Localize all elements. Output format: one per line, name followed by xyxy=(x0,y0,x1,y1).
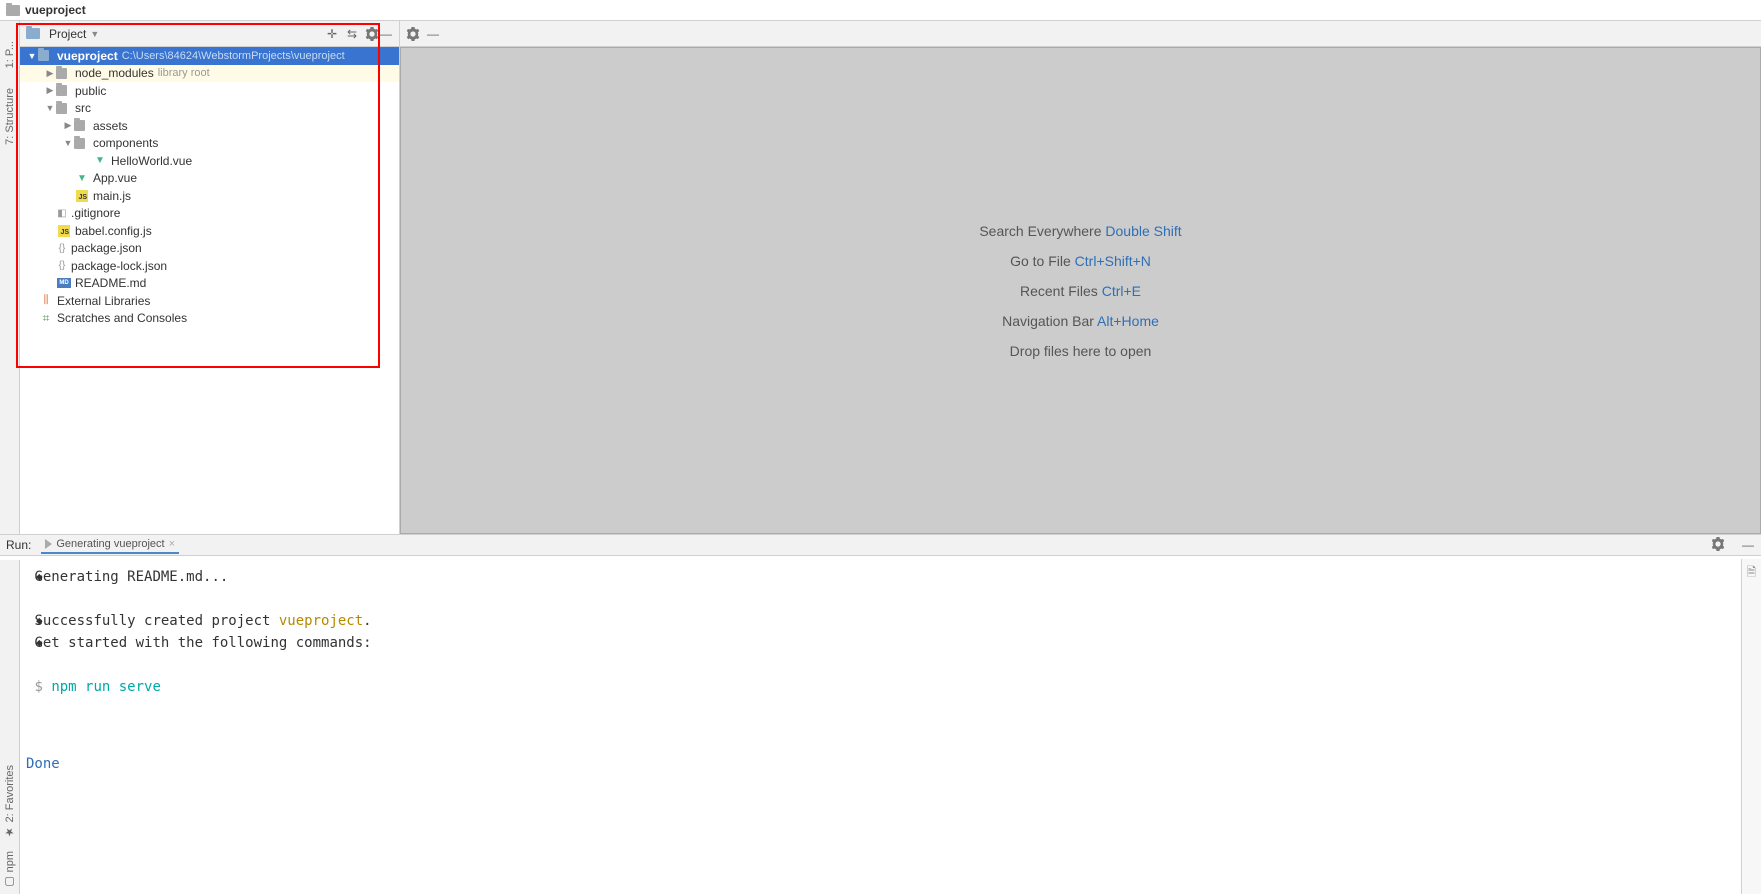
folder-icon xyxy=(56,85,67,96)
folder-icon xyxy=(38,50,49,61)
tree-babel[interactable]: JS babel.config.js xyxy=(20,222,399,240)
tree-helloworld[interactable]: ▼ HelloWorld.vue xyxy=(20,152,399,170)
left-bottom-rail: ★ 2: Favorites ▢ npm xyxy=(0,560,20,894)
tree-node-modules[interactable]: ▶ node_modules library root xyxy=(20,65,399,83)
hint-drop: Drop files here to open xyxy=(1010,343,1152,359)
vue-icon: ▼ xyxy=(92,155,108,166)
tree-readme[interactable]: MD README.md xyxy=(20,275,399,293)
dropdown-icon: ▼ xyxy=(90,29,99,39)
tree-gitignore[interactable]: ◧ .gitignore xyxy=(20,205,399,223)
folder-icon xyxy=(56,103,67,114)
hint-search: Search Everywhere Double Shift xyxy=(979,223,1181,239)
tree-public[interactable]: ▶ public xyxy=(20,82,399,100)
library-icon: ⫼ xyxy=(38,294,54,307)
rail-item-project-short[interactable]: 1: P... xyxy=(4,41,16,68)
js-icon: JS xyxy=(76,190,88,202)
expand-icon[interactable]: ▶ xyxy=(44,68,56,79)
tree-ext-libraries[interactable]: ⫼ External Libraries xyxy=(20,292,399,310)
bullet-icon: ◆ xyxy=(36,566,43,588)
vue-icon: ▼ xyxy=(74,173,90,184)
run-tab[interactable]: Generating vueproject × xyxy=(41,536,179,554)
rail-item-favorites[interactable]: ★ 2: Favorites xyxy=(3,765,16,839)
folder-icon xyxy=(74,120,85,131)
folder-icon xyxy=(56,68,67,79)
db-icon[interactable]: 🗎 xyxy=(1747,563,1757,584)
scratch-icon: ⌗ xyxy=(38,311,54,326)
locate-icon[interactable]: ✛ xyxy=(325,27,339,41)
expand-icon[interactable]: ▼ xyxy=(26,51,38,61)
run-header: Run: Generating vueproject × — xyxy=(0,534,1761,556)
console-output[interactable]: ◆ Generating README.md... ◆ Successfully… xyxy=(0,556,1761,756)
project-panel: Project ▼ ✛ ⇆ — ▼ vueproject C:\Users\84… xyxy=(20,21,400,534)
md-icon: MD xyxy=(57,278,71,288)
tree-package[interactable]: {} package.json xyxy=(20,240,399,258)
breadcrumb-bar: vueproject xyxy=(0,0,1761,21)
left-tool-rail: 1: P... 7: Structure xyxy=(0,21,20,534)
tree-assets[interactable]: ▶ assets xyxy=(20,117,399,135)
collapse-icon[interactable]: ⇆ xyxy=(345,27,359,41)
tree-src[interactable]: ▼ src xyxy=(20,100,399,118)
rail-item-npm[interactable]: ▢ npm xyxy=(3,851,16,888)
project-panel-header: Project ▼ ✛ ⇆ — xyxy=(20,21,399,47)
folder-icon xyxy=(74,138,85,149)
collapse-icon[interactable]: ▼ xyxy=(44,103,56,113)
json-icon: {} xyxy=(56,242,68,254)
settings-icon[interactable] xyxy=(365,27,379,41)
file-icon: ◧ xyxy=(56,207,68,219)
collapse-icon[interactable]: ▼ xyxy=(62,138,74,148)
gear-icon[interactable] xyxy=(1711,537,1725,554)
hint-recent: Recent Files Ctrl+E xyxy=(1020,283,1141,299)
rail-item-structure[interactable]: 7: Structure xyxy=(4,88,16,145)
hint-nav: Navigation Bar Alt+Home xyxy=(1002,313,1159,329)
gear-icon[interactable] xyxy=(406,27,420,41)
js-icon: JS xyxy=(58,225,70,237)
project-name[interactable]: vueproject xyxy=(25,3,86,17)
project-icon xyxy=(26,28,40,39)
hide-icon[interactable]: — xyxy=(1741,538,1755,552)
tree-components[interactable]: ▼ components xyxy=(20,135,399,153)
run-label: Run: xyxy=(6,538,31,552)
editor-toolbar: — xyxy=(400,21,1761,47)
hint-goto: Go to File Ctrl+Shift+N xyxy=(1010,253,1151,269)
bullet-icon: ◆ xyxy=(36,610,43,632)
bullet-icon: ◆ xyxy=(36,632,43,654)
play-icon xyxy=(45,539,52,549)
expand-icon[interactable]: ▶ xyxy=(62,120,74,131)
hide-icon[interactable]: — xyxy=(379,27,393,41)
expand-icon[interactable]: ▶ xyxy=(44,85,56,96)
tree-app[interactable]: ▼ App.vue xyxy=(20,170,399,188)
folder-icon xyxy=(6,5,20,16)
project-tree: ▼ vueproject C:\Users\84624\WebstormProj… xyxy=(20,47,399,327)
close-icon[interactable]: × xyxy=(169,538,175,550)
right-rail: 🗎 xyxy=(1741,559,1761,894)
project-panel-title[interactable]: Project ▼ xyxy=(26,27,325,41)
tree-lock[interactable]: {} package-lock.json xyxy=(20,257,399,275)
json-icon: {} xyxy=(56,260,68,272)
hide-icon[interactable]: — xyxy=(426,27,440,41)
tree-root[interactable]: ▼ vueproject C:\Users\84624\WebstormProj… xyxy=(20,47,399,65)
editor-empty-state[interactable]: Search Everywhere Double Shift Go to Fil… xyxy=(400,47,1761,534)
console-done: Done xyxy=(0,756,1761,772)
tree-main[interactable]: JS main.js xyxy=(20,187,399,205)
tree-scratches[interactable]: ⌗ Scratches and Consoles xyxy=(20,310,399,328)
